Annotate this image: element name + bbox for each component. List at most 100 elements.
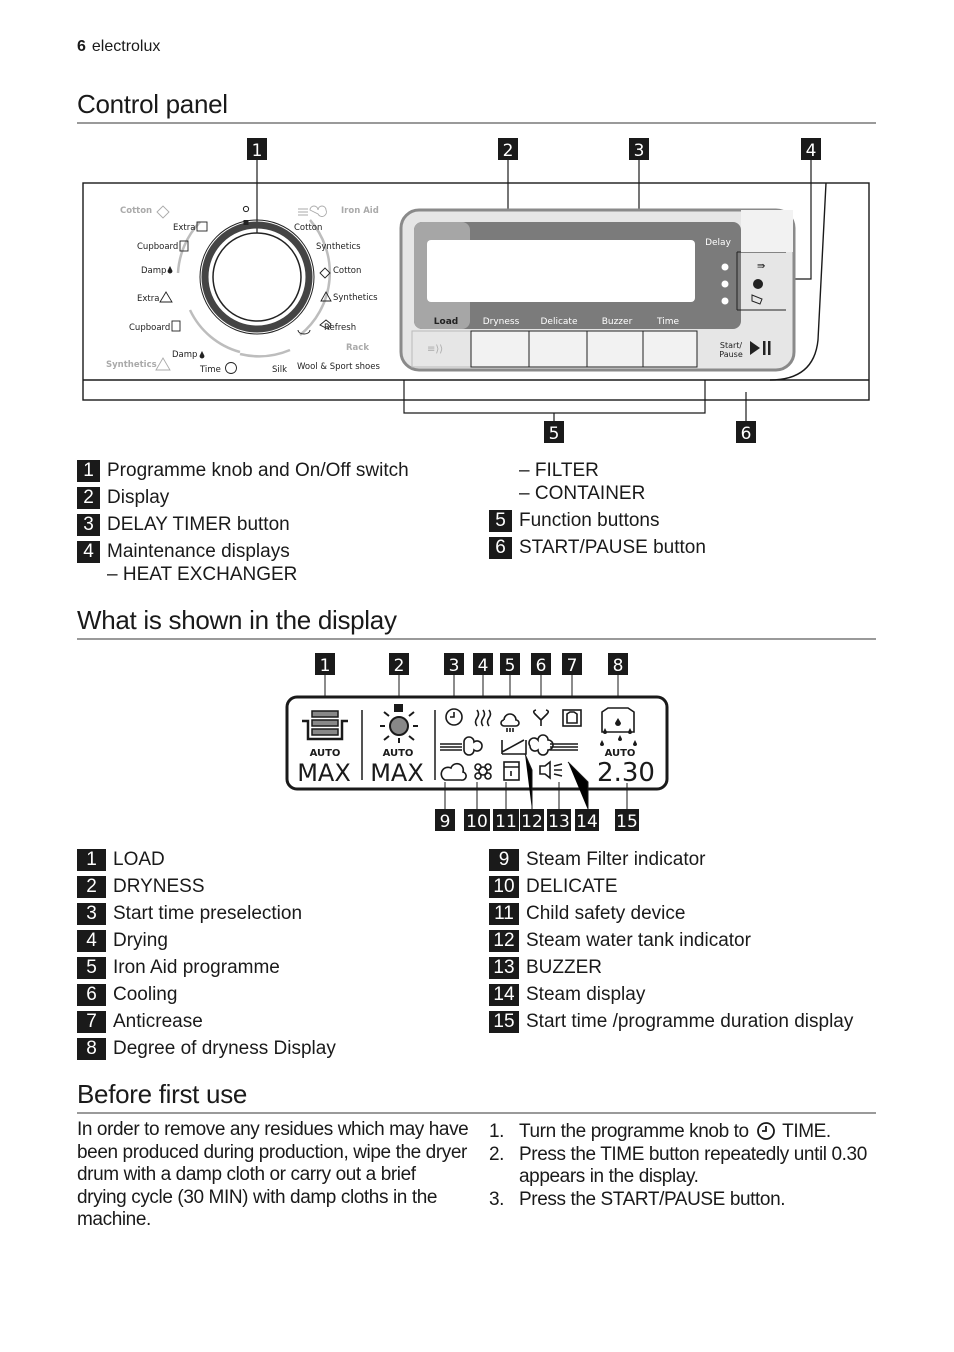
knob-extra-cotton: Extra bbox=[173, 223, 195, 233]
page-number: 6 bbox=[77, 38, 86, 55]
page-header: 6 electrolux bbox=[77, 38, 160, 56]
iron-aid-icon bbox=[298, 205, 327, 217]
svg-text:6: 6 bbox=[741, 424, 752, 444]
svg-text:3: 3 bbox=[449, 656, 460, 676]
svg-text:1: 1 bbox=[320, 656, 331, 676]
step-item: 3. Press the START/PAUSE button. bbox=[489, 1188, 786, 1210]
svg-text:14: 14 bbox=[576, 812, 598, 832]
legend-subitem: – FILTER bbox=[519, 460, 599, 481]
callout-6: 6 bbox=[736, 421, 756, 444]
knob-time: Time bbox=[199, 365, 221, 375]
display-callout-4: 4 bbox=[473, 653, 493, 676]
delicate-label: Delicate bbox=[541, 317, 578, 327]
knob-iron-aid: Iron Aid bbox=[341, 206, 379, 216]
filter-icon bbox=[753, 279, 763, 289]
legend-item: 6 START/PAUSE button bbox=[489, 537, 706, 559]
knob-rack: Rack bbox=[346, 343, 369, 353]
dryness-auto-label: AUTO bbox=[383, 748, 414, 759]
knob-damp-cotton: Damp bbox=[141, 266, 166, 276]
display-callout-10: 10 bbox=[464, 809, 490, 832]
triangle-icon bbox=[159, 291, 173, 303]
legend-item: 8 Degree of dryness Display bbox=[77, 1038, 336, 1060]
knob-synthetics: Synthetics bbox=[333, 293, 378, 303]
legend-item: 7 Anticrease bbox=[77, 1011, 203, 1033]
time-label: Time bbox=[656, 317, 679, 327]
svg-text:13: 13 bbox=[548, 812, 570, 832]
svg-text:6: 6 bbox=[536, 656, 547, 676]
on-marker bbox=[243, 220, 249, 225]
knob-label-cotton-group: Cotton bbox=[120, 206, 152, 216]
indicator-led-heat-exchanger bbox=[721, 263, 729, 271]
display-callout-5: 5 bbox=[500, 653, 520, 676]
svg-text:5: 5 bbox=[549, 424, 560, 444]
section-rule bbox=[77, 122, 876, 124]
callout-5: 5 bbox=[544, 421, 564, 444]
svg-text:9: 9 bbox=[440, 812, 451, 832]
legend-item: 4 Drying bbox=[77, 930, 168, 952]
knob-label-synthetics-group: Synthetics bbox=[106, 360, 157, 370]
step-item: 2. Press the TIME button repeatedly unti… bbox=[489, 1143, 867, 1188]
time-button[interactable] bbox=[642, 330, 698, 368]
legend-item: 11 Child safety device bbox=[489, 903, 685, 925]
pause-icon bbox=[763, 341, 766, 355]
control-panel-diagram: 1 2 3 4 Cotton Extra Cupboard Damp Extra… bbox=[82, 138, 870, 444]
load-auto-label: AUTO bbox=[310, 748, 341, 759]
knob-extra-synth: Extra bbox=[137, 294, 159, 304]
display-diagram: 1 2 3 4 5 6 7 8 AUTO MAX AUTO MAX AUTO 2… bbox=[285, 653, 669, 832]
legend-item: 4 Maintenance displays bbox=[77, 541, 290, 563]
synthetics-icon bbox=[155, 357, 171, 371]
knob-damp-synth: Damp bbox=[172, 350, 197, 360]
svg-text:15: 15 bbox=[616, 812, 638, 832]
svg-text:2: 2 bbox=[503, 141, 514, 161]
display-callout-12: 12 bbox=[520, 809, 544, 832]
dryness-button[interactable] bbox=[470, 330, 530, 368]
legend-item: 13 BUZZER bbox=[489, 957, 602, 979]
knob-cotton: Cotton bbox=[333, 266, 361, 276]
svg-text:12: 12 bbox=[521, 812, 543, 832]
legend-item: 12 Steam water tank indicator bbox=[489, 930, 751, 952]
display-callout-13: 13 bbox=[547, 809, 571, 832]
indicator-led-filter bbox=[721, 280, 729, 288]
display-window bbox=[427, 240, 695, 302]
legend-item: 14 Steam display bbox=[489, 984, 645, 1006]
display-callout-2: 2 bbox=[389, 653, 409, 676]
legend-item: 9 Steam Filter indicator bbox=[489, 849, 706, 871]
svg-text:Start/: Start/ bbox=[720, 341, 743, 350]
knob-steam-synthetics: Synthetics bbox=[316, 242, 361, 252]
first-use-steps: 1. Turn the programme knob to TIME. 2. P… bbox=[489, 1121, 879, 1211]
display-callout-9: 9 bbox=[435, 809, 455, 832]
section-title-control-panel: Control panel bbox=[77, 89, 228, 119]
delicate-button[interactable] bbox=[528, 330, 588, 368]
display-callout-11: 11 bbox=[493, 809, 519, 832]
svg-text:8: 8 bbox=[613, 656, 624, 676]
dryness-label: Dryness bbox=[483, 317, 520, 327]
cotton-icon bbox=[156, 205, 170, 219]
legend-subitem: – CONTAINER bbox=[519, 483, 646, 504]
display-callout-6: 6 bbox=[531, 653, 551, 676]
knob-steam-cotton: Cotton bbox=[294, 223, 322, 233]
programme-knob[interactable] bbox=[176, 219, 332, 358]
legend-item: 3 DELAY TIMER button bbox=[77, 514, 290, 536]
display-callout-3: 3 bbox=[444, 653, 464, 676]
svg-text:5: 5 bbox=[505, 656, 516, 676]
svg-text:10: 10 bbox=[466, 812, 488, 832]
delay-timer-button[interactable] bbox=[741, 210, 793, 252]
off-marker bbox=[242, 205, 250, 213]
first-use-paragraph: In order to remove any residues which ma… bbox=[77, 1119, 469, 1230]
iron-aid-icon: ≡⟩⟩ bbox=[427, 344, 443, 355]
legend-item: 2 DRYNESS bbox=[77, 876, 205, 898]
buzzer-label: Buzzer bbox=[602, 317, 633, 327]
knob-cupboard-cotton: Cupboard bbox=[137, 242, 178, 252]
display-callout-15: 15 bbox=[615, 809, 639, 832]
load-value: MAX bbox=[297, 759, 351, 787]
legend-item: 5 Iron Aid programme bbox=[77, 957, 280, 979]
cupboard-icon bbox=[171, 320, 181, 332]
svg-text:4: 4 bbox=[806, 141, 817, 161]
knob-cupboard-synth: Cupboard bbox=[129, 323, 170, 333]
legend-item: 3 Start time preselection bbox=[77, 903, 302, 925]
legend-item: 15 Start time /programme duration display bbox=[489, 1011, 853, 1033]
section-rule bbox=[77, 638, 876, 640]
knob-wool-sport: Wool & Sport shoes bbox=[297, 362, 380, 372]
buzzer-button[interactable] bbox=[586, 330, 644, 368]
drop-icon bbox=[167, 265, 173, 274]
